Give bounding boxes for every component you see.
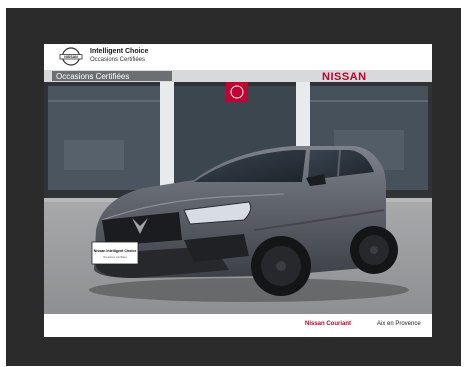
window-mullion bbox=[310, 100, 428, 102]
dealer-city: Aix en Provence bbox=[377, 321, 421, 327]
listing-photo-card: NISSAN Intelligent Choice Occasions Cert… bbox=[44, 44, 432, 337]
nissan-logo-icon: NISSAN bbox=[59, 47, 83, 66]
dealer-name: Nissan Couriant bbox=[305, 321, 352, 327]
dealer-plate-subtitle: Occasions Certifiées bbox=[103, 255, 127, 259]
dealer-plate-title: Nissan Intelligent Choice bbox=[94, 249, 137, 253]
showroom-sign-right: NISSAN bbox=[322, 71, 367, 83]
window-mullion bbox=[48, 100, 160, 102]
front-hub bbox=[276, 261, 286, 271]
dealer-plate bbox=[91, 241, 139, 265]
car-photo: Occasions Certifiées NISSAN Nissan Intel… bbox=[44, 70, 432, 314]
brand-subtitle: Occasions Certifiées bbox=[90, 57, 146, 63]
interior-reflection bbox=[64, 140, 124, 170]
showroom-sign-left: Occasions Certifiées bbox=[56, 72, 129, 81]
brand-header: NISSAN Intelligent Choice Occasions Cert… bbox=[44, 44, 432, 70]
listing-footer: Nissan Couriant Aix en Provence bbox=[44, 314, 432, 337]
facade-pillar-left bbox=[160, 82, 174, 200]
dealer-logo-box bbox=[226, 82, 248, 102]
brand-title: Intelligent Choice bbox=[90, 48, 149, 55]
nissan-logo-text: NISSAN bbox=[64, 55, 78, 59]
car-shadow bbox=[89, 278, 409, 302]
rear-hub bbox=[370, 246, 378, 254]
